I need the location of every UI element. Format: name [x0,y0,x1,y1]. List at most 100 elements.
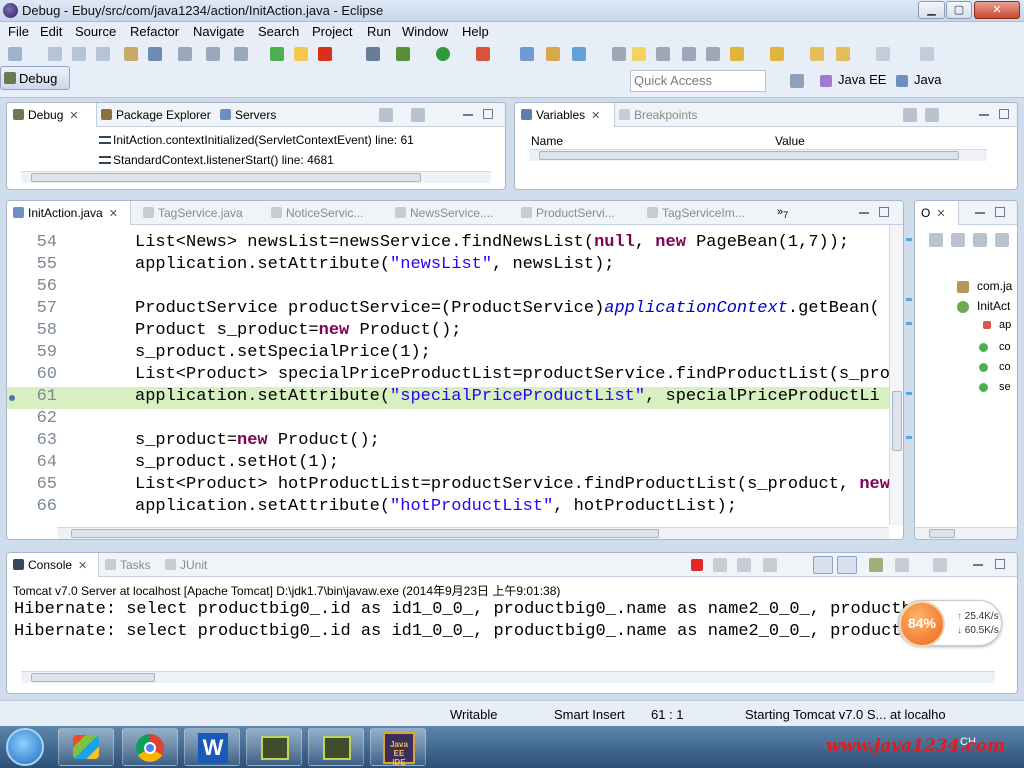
menu-search[interactable]: Search [258,24,299,39]
maximize-view-icon[interactable] [483,109,493,119]
close-icon[interactable]: ✕ [69,110,78,122]
code-text[interactable]: application.setAttribute("hotProductList… [135,497,737,516]
save-icon[interactable] [48,47,62,61]
line-number[interactable]: 63 [21,431,57,450]
status-progress[interactable]: Starting Tomcat v7.0 S... at localho [745,707,946,722]
menu-window[interactable]: Window [402,24,448,39]
new-java-project-icon[interactable] [520,47,534,61]
editor-tab-tagserviceimpl[interactable]: TagServiceIm... [647,201,745,225]
show-type-names-icon[interactable] [903,108,917,122]
save-all-icon[interactable] [72,47,86,61]
external-tools-icon[interactable] [476,47,490,61]
open-type-icon[interactable] [178,47,192,61]
editor-tab-productservice[interactable]: ProductServi... [521,201,615,225]
tab-servers[interactable]: Servers [220,103,276,127]
annotation-marker[interactable] [906,436,912,439]
code-area[interactable]: 54 List<News> newsList=newsService.findNe… [7,225,889,525]
instruction-pointer-icon[interactable] [9,395,15,401]
code-text[interactable]: ProductService productService=(ProductSe… [135,299,880,318]
toggle-mark-icon[interactable] [632,47,646,61]
line-number[interactable]: 58 [21,321,57,340]
search-icon[interactable] [612,47,626,61]
terminate-icon[interactable] [318,47,332,61]
annotation-marker[interactable] [906,322,912,325]
step-icon[interactable] [234,47,248,61]
display-selected-console-icon[interactable] [895,558,909,572]
editor-tab-initaction[interactable]: InitAction.java ✕ [7,201,131,225]
tab-junit[interactable]: JUnit [165,553,207,577]
outline-item[interactable]: com.ja [977,279,1012,293]
sort-icon[interactable] [951,233,965,247]
collapse-all-icon[interactable] [925,108,939,122]
code-line-current[interactable]: 61 application.setAttribute("specialPrice… [7,387,889,409]
outline-horizontal-scrollbar[interactable] [915,527,1017,539]
package-icon[interactable] [124,47,138,61]
taskbar-wps[interactable]: W [184,728,240,766]
paragraph-icon[interactable] [706,47,720,61]
code-line[interactable]: 59 s_product.setSpecialPrice(1); [7,343,889,365]
code-text[interactable]: List<Product> hotProductList=productServ… [135,475,889,494]
network-speed-widget[interactable]: 84% ↑ 25.4K/s ↓ 60.5K/s [898,600,1002,647]
back-history-icon[interactable] [836,47,850,61]
minimize-view-icon[interactable] [979,114,989,117]
code-text[interactable]: s_product.setSpecialPrice(1); [135,343,431,362]
taskbar-eclipse[interactable]: Java EE IDE [370,728,426,767]
word-wrap-icon[interactable] [837,556,857,574]
minimize-view-icon[interactable] [975,212,985,215]
code-line[interactable]: 63 s_product=new Product(); [7,431,889,453]
minimize-view-icon[interactable] [973,564,983,567]
code-line[interactable]: 60 List<Product> specialPriceProductList=… [7,365,889,387]
menu-source[interactable]: Source [75,24,116,39]
stack-frame-row[interactable]: InitAction.contextInitialized(ServletCon… [113,133,414,147]
back-icon[interactable] [810,47,824,61]
maximize-button[interactable]: ▢ [946,1,972,19]
outline-item[interactable]: co [999,341,1011,353]
code-text[interactable]: application.setAttribute("specialPricePr… [135,387,880,406]
minimize-view-icon[interactable] [859,212,869,215]
run-icon[interactable] [436,47,450,61]
taskbar-explorer[interactable] [58,728,114,766]
menu-refactor[interactable]: Refactor [130,24,179,39]
tab-console[interactable]: Console ✕ [7,553,99,577]
debug-horizontal-scrollbar[interactable] [21,171,491,183]
print-icon[interactable] [96,47,110,61]
scrollbar-thumb[interactable] [539,151,959,160]
start-button[interactable] [6,728,44,766]
editor-tab-tagservice[interactable]: TagService.java [143,201,243,225]
scrollbar-thumb[interactable] [892,391,902,451]
collapse-all-icon[interactable] [929,233,943,247]
code-text[interactable]: s_product.setHot(1); [135,453,339,472]
tab-outline[interactable]: O ✕ [915,201,959,225]
perspective-java[interactable]: Java [914,72,941,87]
scrollbar-thumb[interactable] [31,173,421,182]
line-number[interactable]: 64 [21,453,57,472]
taskbar-app[interactable] [246,728,302,766]
new-class-icon[interactable] [572,47,586,61]
remove-launch-icon[interactable] [713,558,727,572]
forward-icon[interactable] [876,47,890,61]
menu-file[interactable]: File [8,24,29,39]
annotation-marker[interactable] [906,392,912,395]
outline-item[interactable]: co [999,361,1011,373]
new-package-icon[interactable] [546,47,560,61]
tab-tasks[interactable]: Tasks [105,553,151,577]
code-line[interactable]: 65 List<Product> hotProductList=productSe… [7,475,889,497]
code-text[interactable]: List<News> newsList=newsService.findNews… [135,233,849,252]
tab-breakpoints[interactable]: Breakpoints [619,103,697,127]
code-line[interactable]: 66 application.setAttribute("hotProductLi… [7,497,889,519]
line-number[interactable]: 57 [21,299,57,318]
close-icon[interactable]: ✕ [78,560,87,572]
annotation-marker[interactable] [906,238,912,241]
line-number[interactable]: 59 [21,343,57,362]
menu-run[interactable]: Run [367,24,391,39]
taskbar-chrome[interactable] [122,728,178,766]
minimize-button[interactable]: ▁ [918,1,945,19]
perspective-debug-button[interactable]: Debug [0,66,70,90]
open-console-icon[interactable] [933,558,947,572]
line-number[interactable]: 56 [21,277,57,296]
terminate-icon[interactable] [691,559,703,571]
stack-frame-row[interactable]: StandardContext.listenerStart() line: 46… [113,153,334,167]
code-line[interactable]: 62 [7,409,889,431]
editor-horizontal-scrollbar[interactable] [57,527,889,539]
disconnect-icon[interactable] [366,47,380,61]
